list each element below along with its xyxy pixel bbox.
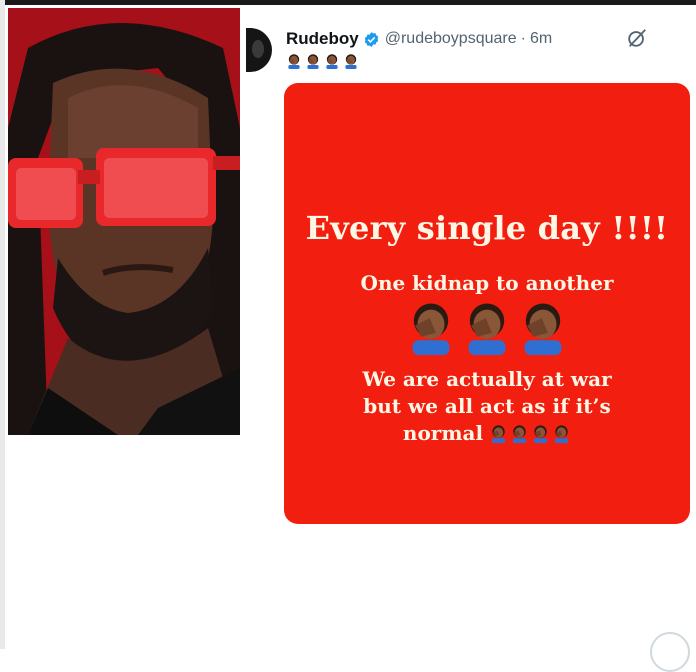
card-line-act: but we all act as if it’s — [363, 394, 611, 418]
card-line-kidnap: One kidnap to another — [360, 271, 614, 295]
facepalm-icon — [524, 303, 562, 355]
facepalm-icon — [307, 54, 319, 69]
card-line-normal-row: normal — [284, 420, 690, 447]
author-avatar[interactable] — [246, 28, 272, 72]
tweet-text-emojis — [286, 53, 359, 69]
tweet-image-card[interactable]: Every single day !!!! One kidnap to anot… — [284, 83, 690, 524]
facepalm-icon — [288, 54, 300, 69]
facepalm-icon — [412, 303, 450, 355]
facepalm-icon — [554, 425, 569, 443]
verified-badge-icon — [364, 31, 378, 47]
portrait-photo — [8, 8, 240, 435]
facepalm-icon — [345, 54, 357, 69]
window-left-border — [0, 0, 5, 649]
card-line-war: We are actually at war — [362, 367, 612, 391]
partial-circle-icon[interactable] — [650, 632, 690, 672]
card-line-normal: normal — [402, 421, 484, 445]
grok-icon[interactable] — [626, 27, 648, 49]
facepalm-icon — [533, 425, 548, 443]
tweet-timestamp[interactable]: 6m — [530, 30, 552, 48]
facepalm-icon — [491, 425, 506, 443]
card-emoji-row — [284, 301, 690, 355]
separator-dot: · — [520, 30, 526, 47]
author-handle[interactable]: @rudeboypsquare — [385, 30, 517, 48]
window-top-border — [0, 0, 696, 5]
facepalm-icon — [512, 425, 527, 443]
card-war-text: We are actually at war but we all act as… — [284, 366, 690, 447]
facepalm-icon — [326, 54, 338, 69]
tweet-header: Rudeboy @rudeboypsquare · 6m — [286, 28, 552, 50]
author-name[interactable]: Rudeboy — [286, 29, 359, 49]
card-headline: Every single day !!!! — [305, 209, 669, 247]
card-inline-emojis — [489, 424, 571, 443]
facepalm-icon — [468, 303, 506, 355]
